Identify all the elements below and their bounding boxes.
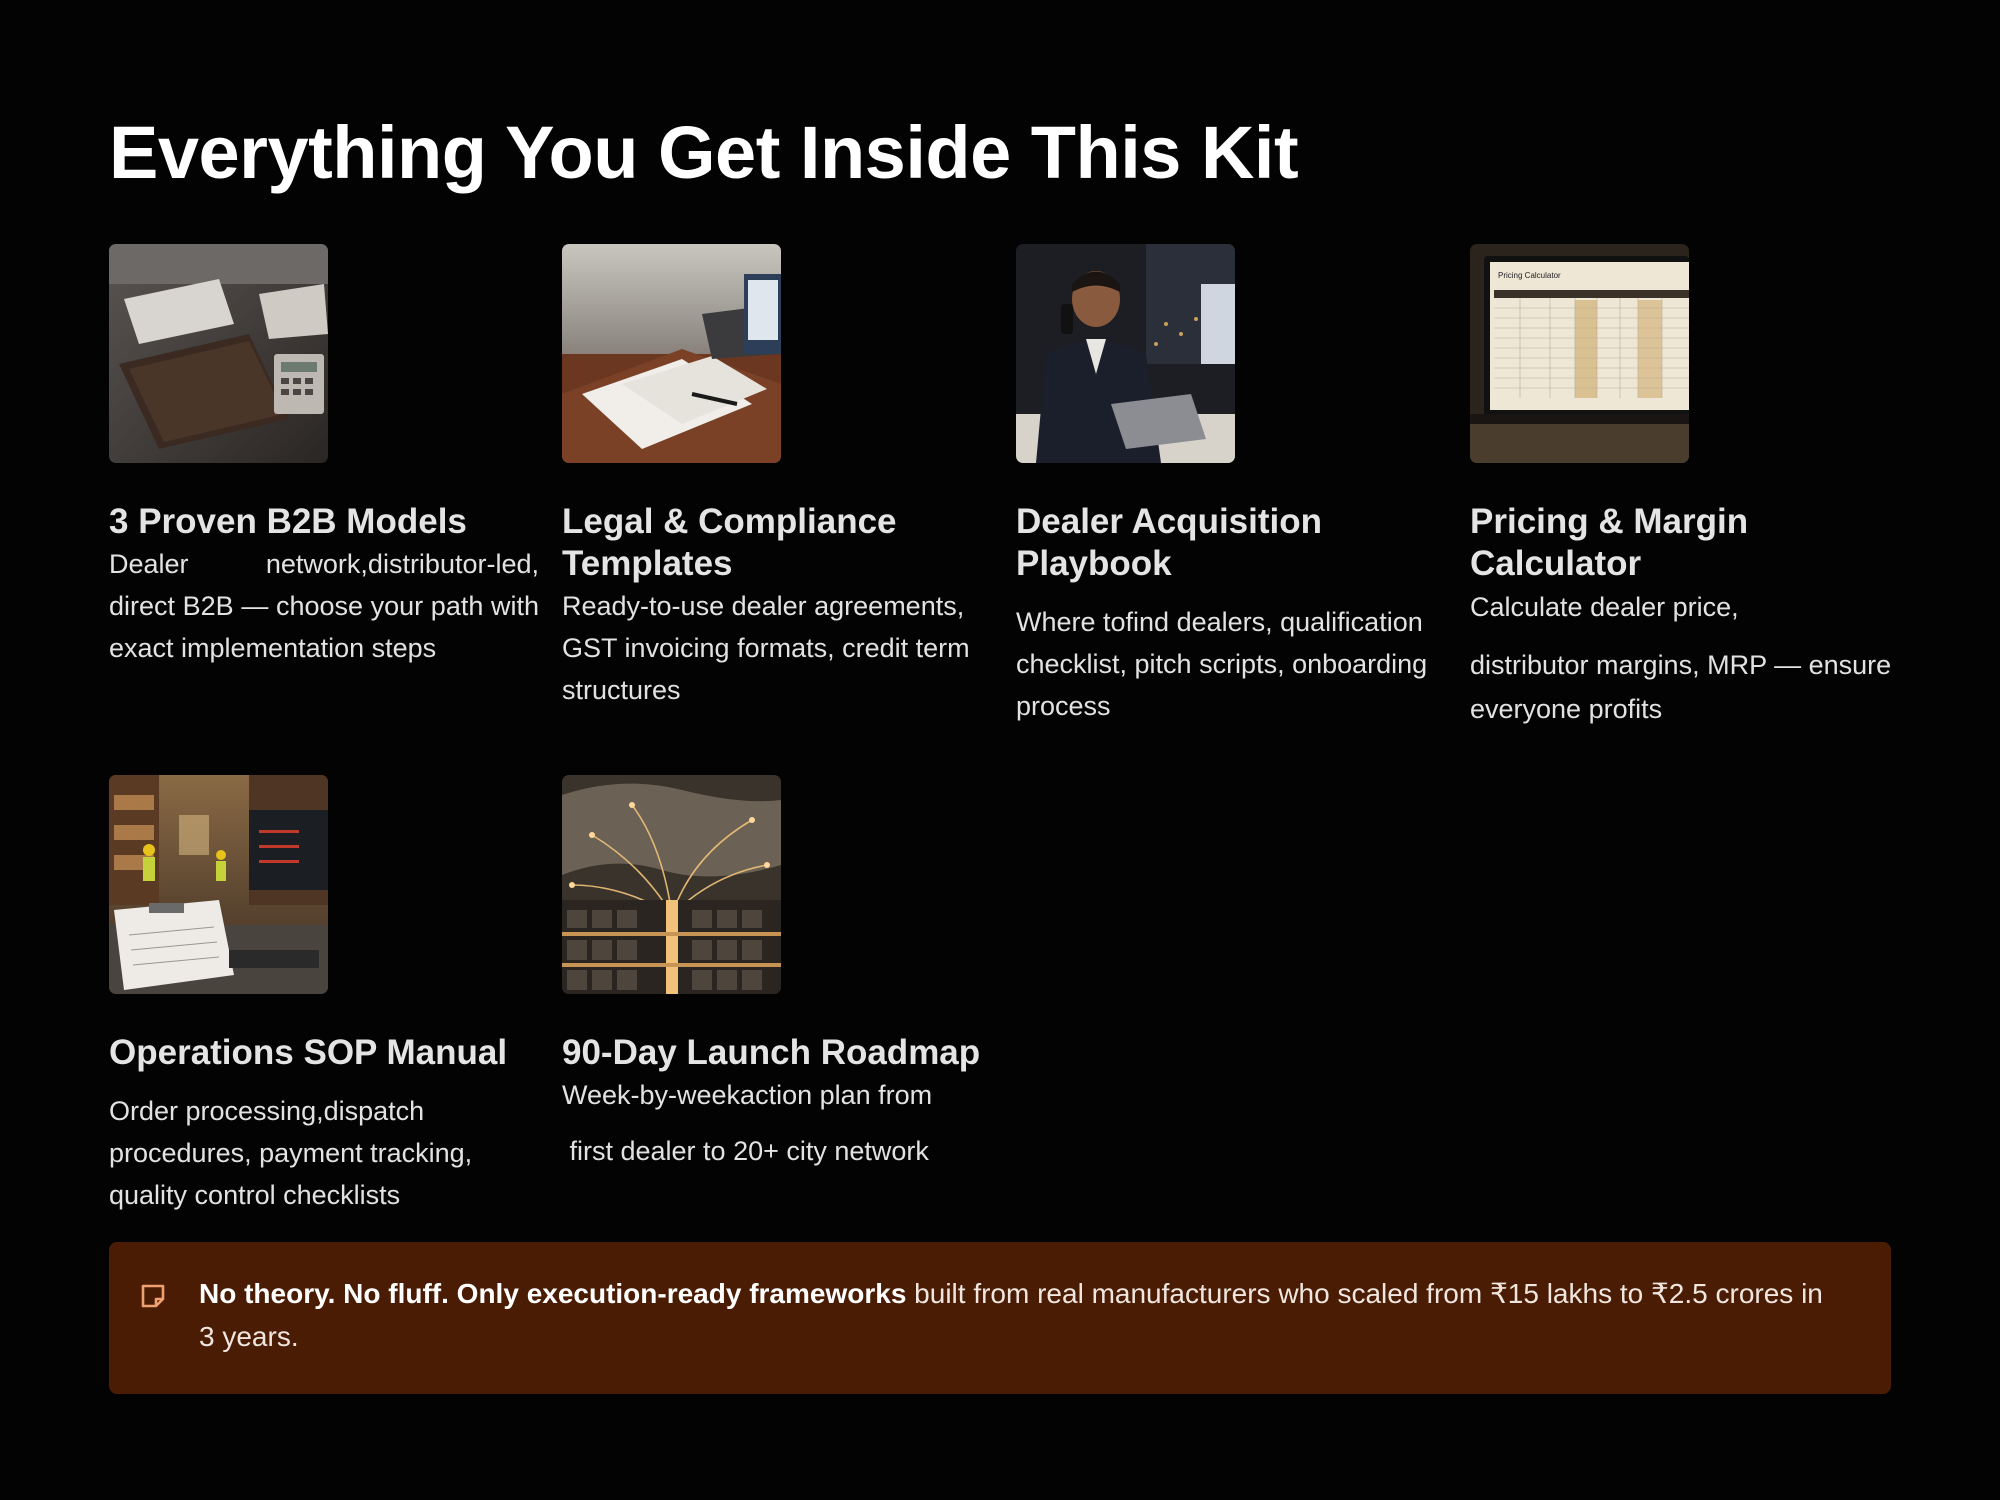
card-description: Where tofind dealers, qualification chec… bbox=[1016, 607, 1428, 721]
kit-card-dealer-playbook: Dealer Acquisition Playbook Where tofind… bbox=[1016, 244, 1446, 727]
banner-text: No theory. No fluff. Only execution-read… bbox=[199, 1272, 1839, 1358]
card-description: Order processing,dispatch procedures, pa… bbox=[109, 1096, 473, 1210]
card-title: 3 Proven B2B Models bbox=[109, 502, 467, 541]
card-description-line-1: Week-by-weekaction plan from bbox=[562, 1080, 933, 1110]
card-title: Legal & Compliance Templates bbox=[562, 502, 897, 583]
contract-documents-image bbox=[562, 244, 781, 463]
leather-planner-image bbox=[109, 244, 328, 463]
kit-card-legal-templates: Legal & Compliance Templates Ready-to-us… bbox=[562, 244, 992, 711]
card-title: 90-Day Launch Roadmap bbox=[562, 1033, 981, 1072]
banner-bold-text: No theory. No fluff. Only execution-read… bbox=[199, 1278, 907, 1309]
sticky-note-icon bbox=[139, 1282, 167, 1310]
card-description-line-2: distributor margins, MRP — ensure everyo… bbox=[1470, 650, 1892, 724]
kit-card-operations-sop: Operations SOP Manual Order processing,d… bbox=[109, 775, 539, 1216]
kit-card-b2b-models: 3 Proven B2B Models Dealer network,distr… bbox=[109, 244, 539, 669]
card-title: Operations SOP Manual bbox=[109, 1033, 508, 1072]
city-network-map-image bbox=[562, 775, 781, 994]
card-title: Pricing & Margin Calculator bbox=[1470, 502, 1749, 583]
card-description: Dealer network,distributor-led, direct B… bbox=[109, 549, 539, 663]
card-title: Dealer Acquisition Playbook bbox=[1016, 502, 1322, 583]
page-title: Everything You Get Inside This Kit bbox=[109, 111, 1299, 194]
screen-title-text: Pricing Calculator bbox=[1498, 271, 1561, 280]
card-description: Ready-to-use dealer agreements, GST invo… bbox=[562, 591, 970, 705]
kit-card-launch-roadmap: 90-Day Launch Roadmap Week-by-weekaction… bbox=[562, 775, 992, 1172]
card-description-line-2: first dealer to 20+ city network bbox=[562, 1136, 929, 1166]
warehouse-operations-image bbox=[109, 775, 328, 994]
businessman-on-phone-image bbox=[1016, 244, 1235, 463]
card-description-line-1: Calculate dealer price, bbox=[1470, 592, 1739, 622]
pricing-calculator-laptop-image: Pricing Calculator bbox=[1470, 244, 1689, 463]
callout-banner: No theory. No fluff. Only execution-read… bbox=[109, 1242, 1891, 1394]
kit-card-pricing-calculator: Pricing Calculator Pricing & Margin Calc… bbox=[1470, 244, 1900, 731]
